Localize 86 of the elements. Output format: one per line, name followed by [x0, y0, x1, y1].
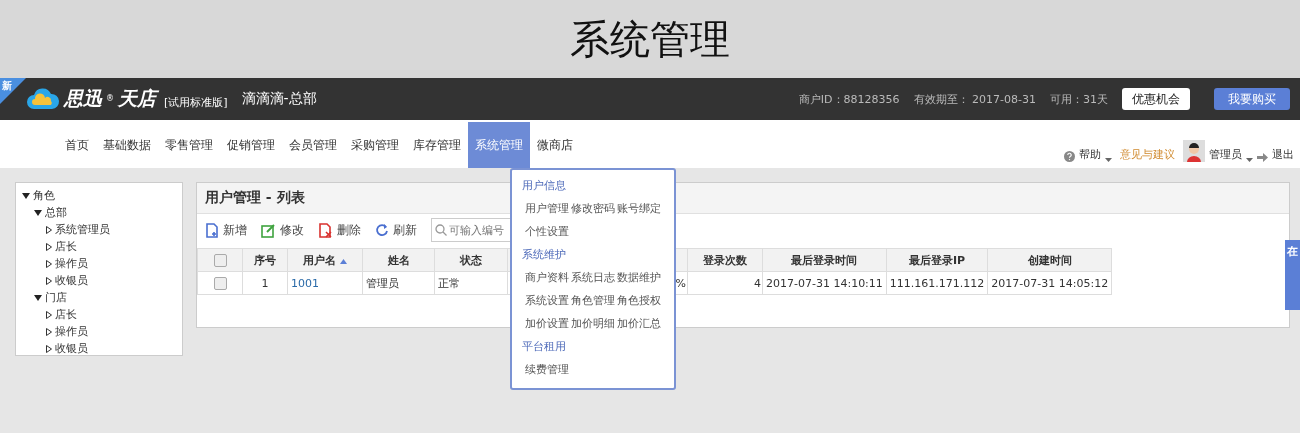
tree-item[interactable]: 操作员	[55, 324, 88, 339]
menu-item[interactable]: 用户管理	[525, 197, 567, 220]
expanded-caret-icon[interactable]	[22, 192, 30, 199]
tree-item[interactable]: 收银员	[55, 273, 88, 288]
nav-tab[interactable]: 微商店	[530, 122, 580, 168]
tree-item[interactable]: 系统管理员	[55, 222, 110, 237]
merchant-id: 商户ID：88128356	[798, 91, 900, 107]
tree-item[interactable]: 角色	[33, 188, 55, 203]
user-menu[interactable]: 管理员	[1209, 147, 1242, 162]
caret-icon	[1105, 158, 1112, 162]
menu-item[interactable]: 个性设置	[525, 220, 567, 243]
column-header[interactable]: 姓名	[387, 253, 410, 267]
store-name: 滴滴滴-总部	[241, 90, 317, 108]
table-cell: 111.161.171.112	[889, 276, 985, 290]
tree-item[interactable]: 门店	[45, 290, 67, 305]
expanded-caret-icon[interactable]	[34, 209, 42, 216]
new-label: 新	[2, 79, 12, 93]
nav-tab[interactable]: 会员管理	[282, 122, 344, 168]
collapsed-caret-icon[interactable]	[46, 242, 52, 251]
search-icon	[435, 224, 447, 236]
help-link[interactable]: 帮助	[1079, 147, 1101, 162]
menu-item[interactable]: 续费管理	[525, 358, 567, 381]
toolbar-button[interactable]: 删除	[318, 221, 361, 239]
table-cell: %	[675, 276, 686, 290]
expiry-date: 有效期至： 2017-08-31	[913, 91, 1036, 107]
collapsed-caret-icon[interactable]	[46, 327, 52, 336]
menu-item[interactable]: 账号绑定	[617, 197, 659, 220]
toolbar-button[interactable]: 新增	[205, 221, 247, 239]
nav-tab[interactable]: 零售管理	[158, 122, 220, 168]
offer-button[interactable]: 优惠机会	[1122, 88, 1190, 110]
menu-item[interactable]: 修改密码	[571, 197, 613, 220]
expanded-caret-icon[interactable]	[34, 294, 42, 301]
logout-link[interactable]: 退出	[1272, 147, 1294, 162]
collapsed-caret-icon[interactable]	[46, 276, 52, 285]
toolbar-button[interactable]: 刷新	[375, 221, 417, 239]
side-tab[interactable]: 在	[1285, 240, 1300, 310]
tree-item[interactable]: 店长	[55, 307, 77, 322]
cloud-logo-icon	[26, 88, 60, 110]
checkbox[interactable]	[213, 276, 227, 290]
menu-item[interactable]: 加价明细	[571, 312, 613, 335]
table-cell: 1	[261, 276, 269, 290]
registered-mark: ®	[106, 94, 114, 103]
table-cell: 2017-07-31 14:05:12	[991, 276, 1109, 290]
tree-item[interactable]: 店长	[55, 239, 77, 254]
days-available: 可用：31天	[1050, 91, 1108, 107]
menu-item[interactable]: 系统设置	[525, 289, 567, 312]
nav-tab[interactable]: 促销管理	[220, 122, 282, 168]
menu-item[interactable]: 加价汇总	[617, 312, 659, 335]
collapsed-caret-icon[interactable]	[46, 310, 52, 319]
collapsed-caret-icon[interactable]	[46, 259, 52, 268]
menu-item[interactable]: 加价设置	[525, 312, 567, 335]
menu-item[interactable]: 角色授权	[617, 289, 659, 312]
logo-text: 思迅	[64, 86, 102, 111]
menu-item[interactable]: 系统日志	[571, 266, 613, 289]
tree-item[interactable]: 收银员	[55, 341, 88, 356]
nav-tab[interactable]: 采购管理	[344, 122, 406, 168]
refresh-icon	[375, 223, 389, 237]
edit-icon	[261, 222, 276, 238]
table-cell: 正常	[438, 276, 460, 290]
menu-group-title: 系统维护	[522, 247, 567, 262]
menu-item[interactable]: 商户资料	[525, 266, 567, 289]
table-cell: 2017-07-31 14:10:11	[766, 276, 883, 290]
column-header[interactable]: 状态	[460, 253, 482, 267]
menu-item[interactable]: 数据维护	[617, 266, 659, 289]
collapsed-caret-icon[interactable]	[46, 344, 52, 353]
nav-tab[interactable]: 基础数据	[96, 122, 158, 168]
menu-group-title: 用户信息	[522, 178, 567, 193]
help-icon	[1064, 151, 1075, 162]
table-cell: 管理员	[366, 276, 399, 290]
page-title: 系统管理	[570, 14, 730, 64]
caret-icon	[1246, 158, 1253, 162]
add-file-icon	[205, 222, 219, 238]
delete-file-icon	[318, 222, 333, 238]
menu-group-title: 平台租用	[522, 339, 567, 354]
toolbar-button[interactable]: 修改	[261, 221, 304, 239]
table-cell: 4	[754, 276, 761, 290]
edition-label: [试用标准版]	[164, 94, 228, 110]
collapsed-caret-icon[interactable]	[46, 225, 52, 234]
logout-icon	[1257, 153, 1268, 162]
nav-tab[interactable]: 首页	[58, 122, 96, 168]
nav-tab[interactable]: 库存管理	[406, 122, 468, 168]
buy-button[interactable]: 我要购买	[1214, 88, 1290, 110]
tree-item[interactable]: 总部	[45, 205, 67, 220]
checkbox[interactable]	[213, 253, 227, 267]
tree-item[interactable]: 操作员	[55, 256, 88, 271]
menu-item[interactable]: 角色管理	[571, 289, 613, 312]
